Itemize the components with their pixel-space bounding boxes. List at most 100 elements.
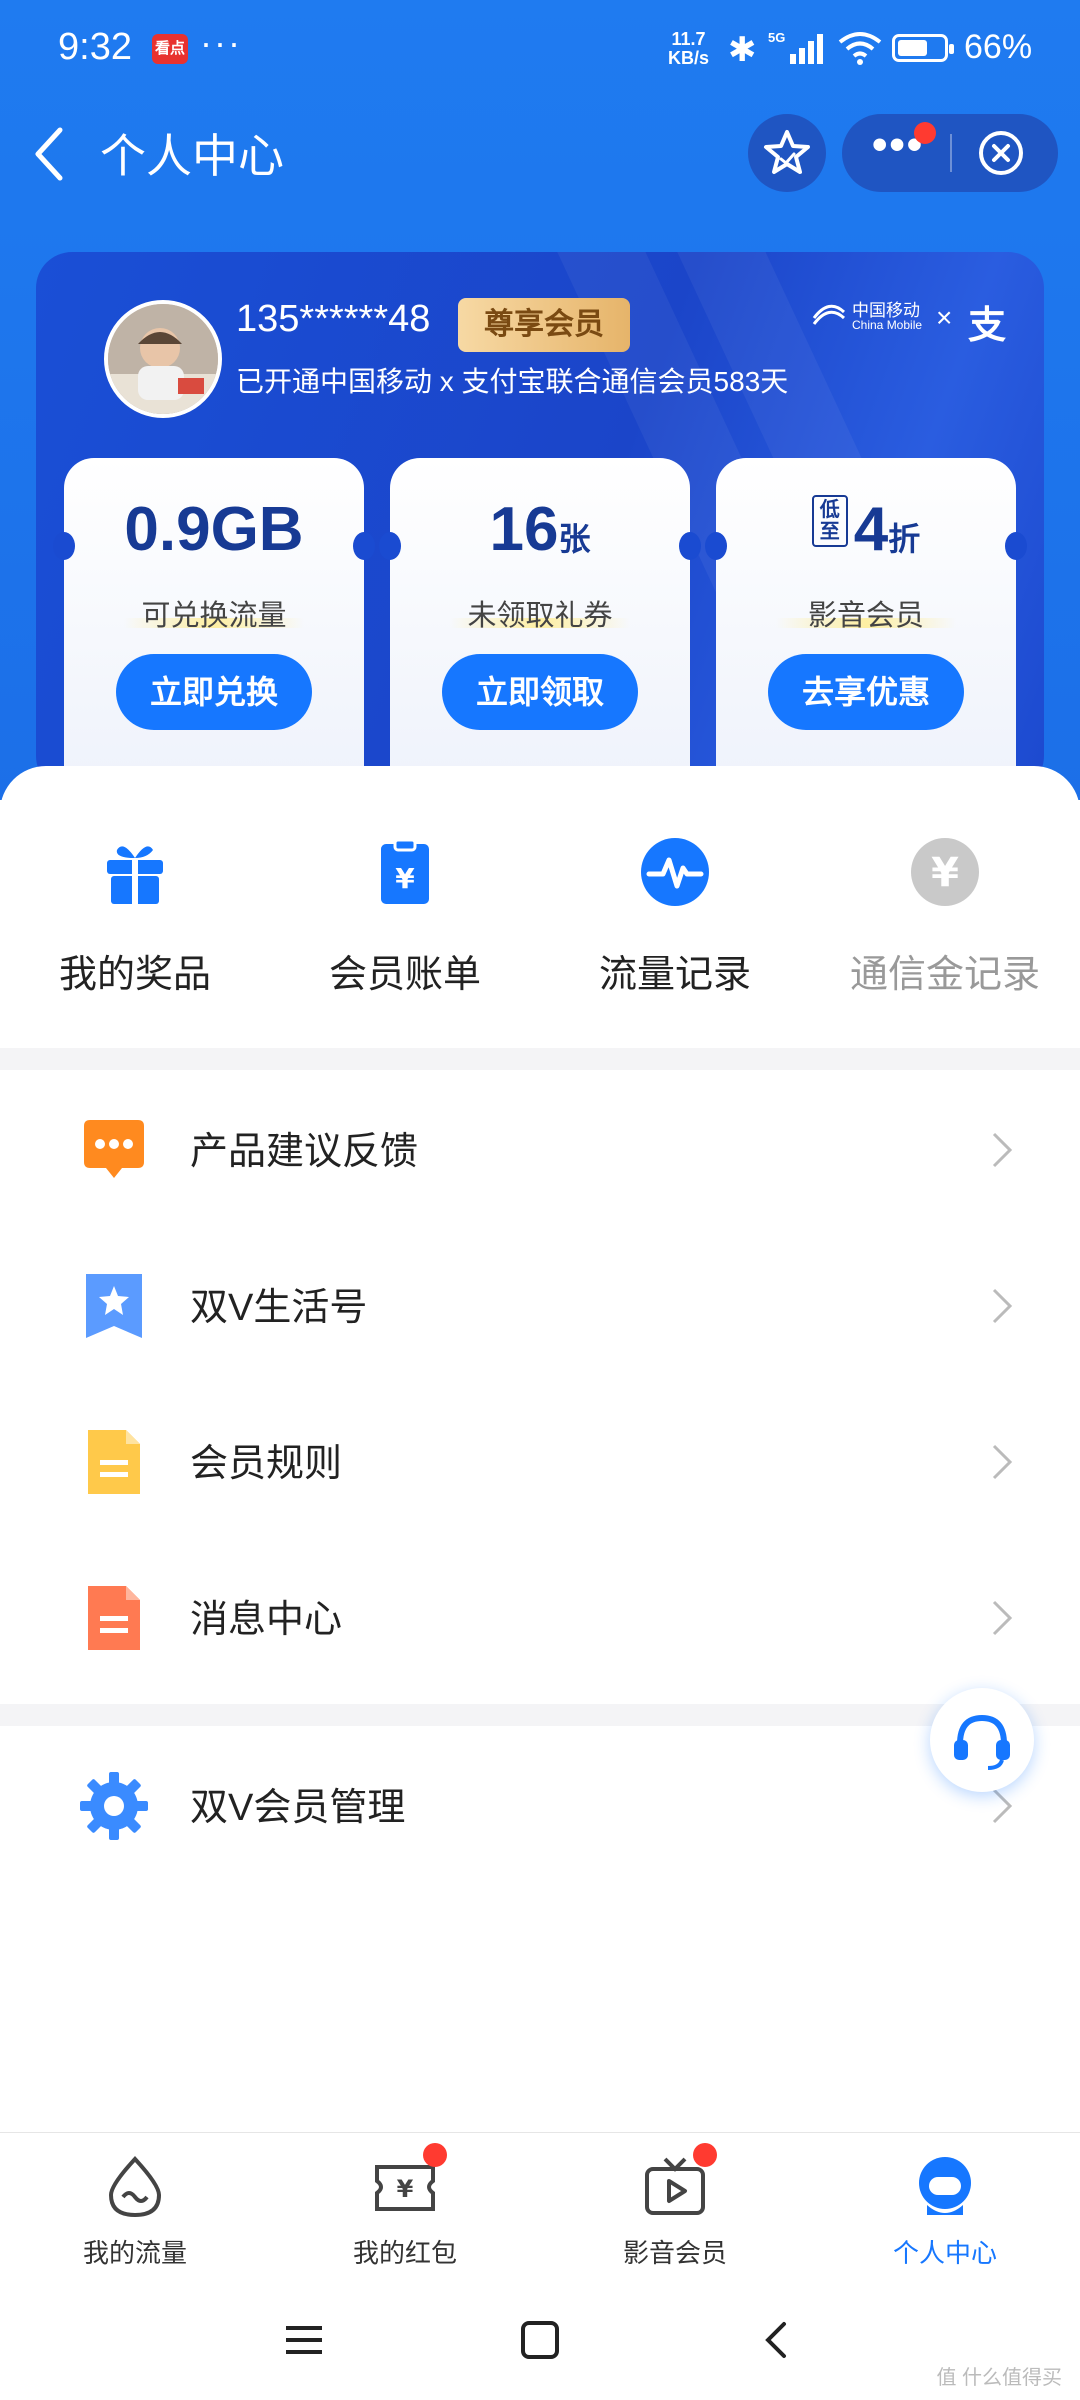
gift-icon [107,846,163,904]
bill-icon: ¥ [381,838,429,904]
tab-my-traffic[interactable]: 我的流量 [0,2155,270,2270]
menu-label: 消息中心 [190,1599,343,1641]
phone-number: 135******48 [236,298,431,340]
notification-dot [423,2143,447,2167]
close-button[interactable] [976,128,1026,178]
page-title: 个人中心 [100,130,284,182]
quick-action-label: 流量记录 [598,954,751,996]
status-time: 9:32 [58,26,132,68]
bottom-tab-bar: 我的流量 ¥ 我的红包 影音会员 个人中心 [0,2132,1080,2283]
customer-service-button[interactable] [930,1688,1034,1792]
battery-level [898,40,927,56]
back-button[interactable] [26,124,76,184]
chevron-right-icon [992,1600,1013,1636]
quick-action-label: 我的奖品 [58,954,211,996]
redeem-button[interactable]: 立即兑换 [116,654,312,730]
ticket-label: 可兑换流量 [141,600,287,632]
tab-label: 我的流量 [82,2238,187,2268]
status-bar: 9:32 看点 ··· 11.7 KB/s ✱ 5G 66% [0,0,1080,100]
ticket-label: 影音会员 [807,600,924,632]
quick-action-label: 通信金记录 [849,954,1040,996]
chevron-right-icon [992,1288,1013,1324]
ticket-value: 0.9GB [124,495,304,564]
wifi-icon [838,32,882,65]
menu-item-feedback[interactable]: 产品建议反馈 [0,1070,1080,1226]
china-mobile-logo-icon [812,304,846,325]
avatar-photo [108,304,218,414]
tab-red-packet[interactable]: ¥ 我的红包 [270,2143,540,2270]
ticket-coupons: 16张 未领取礼券 立即领取 [379,458,701,792]
menu-icon[interactable] [284,2320,324,2360]
watermark: 值 什么值得买 [936,2367,1062,2389]
tab-label: 个人中心 [892,2238,997,2268]
pulse-icon [641,838,709,906]
svg-text:¥: ¥ [397,2175,414,2203]
back-nav-icon[interactable] [756,2320,796,2360]
menu-label: 双V生活号 [190,1287,368,1329]
document-icon [88,1430,140,1494]
flow-icon [108,2156,162,2218]
member-description: 已开通中国移动 x 支付宝联合通信会员583天 [236,366,789,397]
ticket-value: 16 [489,495,559,564]
yuan-icon: ¥ [911,838,979,906]
message-doc-icon [88,1586,140,1650]
bookmark-star-icon [86,1274,142,1338]
avatar[interactable] [104,300,222,418]
bluetooth-icon: ✱ [728,31,757,69]
network-speed: 11.7 KB/s [668,29,710,68]
member-card: 135******48 尊享会员 已开通中国移动 x 支付宝联合通信会员583天… [36,252,1044,792]
star-icon [764,130,810,174]
favorite-button[interactable] [748,114,826,192]
svg-text:¥: ¥ [395,862,415,895]
menu-item-rules[interactable]: 会员规则 [0,1382,1080,1538]
quick-action-traffic[interactable]: 流量记录 [540,836,810,998]
ticket-label: 未领取礼券 [467,600,613,632]
svg-text:5G: 5G [768,30,785,45]
menu-label: 双V会员管理 [190,1787,406,1829]
person-icon [919,2157,971,2215]
signal-icon: 5G [768,30,823,64]
menu-item-life-account[interactable]: 双V生活号 [0,1226,1080,1382]
quick-action-credit[interactable]: ¥ 通信金记录 [810,836,1080,998]
quick-action-prizes[interactable]: 我的奖品 [0,836,270,998]
claim-button[interactable]: 立即领取 [442,654,638,730]
tab-label: 我的红包 [352,2238,457,2268]
quick-action-label: 会员账单 [328,954,481,996]
tab-media-member[interactable]: 影音会员 [540,2143,810,2270]
capsule-divider [950,134,952,172]
section-divider [0,1048,1080,1070]
home-icon[interactable] [520,2320,560,2360]
notification-dot [914,122,936,144]
ticket-value: 4 [853,495,889,564]
ticket-unit: 折 [888,521,921,557]
feedback-icon [84,1120,144,1178]
battery-icon [892,34,954,62]
gear-icon [80,1772,148,1840]
alipay-logo-icon: 支 [968,305,1007,347]
quick-action-bills[interactable]: ¥ 会员账单 [270,836,540,998]
ticket-unit: 张 [558,521,591,557]
menu-item-messages[interactable]: 消息中心 [0,1538,1080,1694]
vip-badge: 尊享会员 [458,298,630,352]
mini-program-capsule: ••• [842,114,1058,192]
benefit-tickets: 0.9GB 可兑换流量 立即兑换 16张 未领取礼券 立即领取 低至 4折 影音会… [53,458,1027,792]
tab-label: 影音会员 [622,2238,727,2268]
menu-label: 产品建议反馈 [190,1131,419,1173]
ticket-prefix: 低至 [811,495,848,547]
chevron-right-icon [992,1788,1013,1824]
ticket-traffic: 0.9GB 可兑换流量 立即兑换 [53,458,375,792]
section-divider [0,1704,1080,1726]
system-navigation-bar: 值 什么值得买 [0,2282,1080,2400]
chevron-right-icon [992,1132,1013,1168]
menu-item-management[interactable]: 双V会员管理 [0,1726,1080,1882]
notification-dot [693,2143,717,2167]
more-notifications-icon: ··· [200,22,242,63]
battery-percent: 66% [964,28,1033,66]
headset-icon [954,1714,1010,1770]
ticket-media: 低至 4折 影音会员 去享优惠 [705,458,1027,792]
tab-personal-center[interactable]: 个人中心 [810,2155,1080,2270]
discount-button[interactable]: 去享优惠 [768,654,964,730]
menu-label: 会员规则 [190,1443,343,1485]
chevron-right-icon [992,1444,1013,1480]
svg-text:¥: ¥ [931,850,959,896]
